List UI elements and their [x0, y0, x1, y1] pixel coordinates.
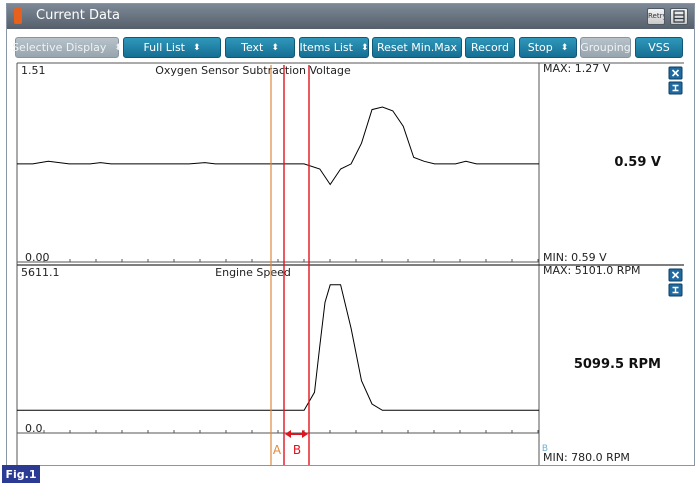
rpm-min-value: MIN: 780.0 RPM [543, 451, 630, 464]
rpm-graph-title: Engine Speed [215, 266, 291, 279]
arrow-right-icon [302, 430, 308, 438]
arrow-left-icon [285, 430, 291, 438]
o2-y-max-label: 1.51 [21, 64, 46, 77]
rpm-current-value: 5099.5 RPM [574, 357, 661, 372]
o2-min-value: MIN: 0.59 V [543, 251, 607, 264]
cursor-a-label: A [273, 443, 282, 457]
graph-area: 1.51 0.00 Oxygen Sensor Subtraction Voltag… [16, 62, 684, 465]
screen: Current Data Retry Selective Display ⬍ Ful… [0, 0, 700, 487]
rpm-y-min-label: 0.0 [25, 422, 43, 435]
figure-label: Fig.1 [2, 465, 40, 483]
cursor-b-label: B [293, 443, 301, 457]
o2-max-value: MAX: 1.27 V [543, 62, 611, 75]
rpm-max-value: MAX: 5101.0 RPM [543, 264, 641, 277]
cursor-readout-label: B [542, 444, 548, 454]
rpm-y-max-label: 5611.1 [21, 266, 60, 279]
o2-current-value: 0.59 V [614, 155, 661, 170]
o2-trace-line [17, 106, 539, 186]
rpm-trace-line [17, 284, 539, 411]
o2-y-min-label: 0.00 [25, 251, 50, 264]
o2-graph-title: Oxygen Sensor Subtraction Voltage [155, 64, 351, 77]
